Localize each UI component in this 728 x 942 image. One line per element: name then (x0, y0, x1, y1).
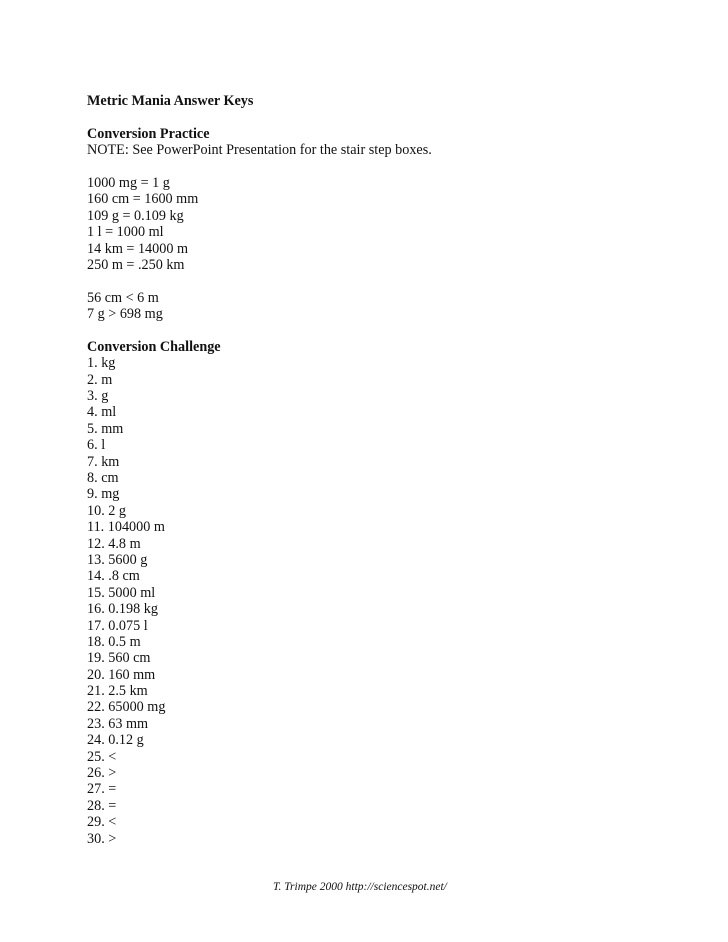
answer-item: 12. 4.8 m (87, 535, 141, 552)
conversion-item: 1 l = 1000 ml (87, 224, 164, 241)
answer-item: 11. 104000 m (87, 519, 165, 536)
answer-item: 23. 63 mm (87, 715, 149, 732)
answer-item: 5. mm (87, 420, 124, 437)
conversion-list: 1000 mg = 1 g 160 cm = 1600 mm 109 g = 0… (87, 175, 432, 273)
answer-item: 24. 0.12 g (87, 732, 144, 749)
answer-item: 16. 0.198 kg (87, 601, 158, 618)
answer-key-document: Metric Mania Answer Keys Conversion Prac… (87, 93, 432, 847)
answer-item: 14. .8 cm (87, 568, 140, 585)
conversion-item: 250 m = .250 km (87, 256, 185, 273)
comparison-list: 56 cm < 6 m 7 g > 698 mg (87, 290, 432, 323)
answer-item: 29. < (87, 814, 117, 831)
answer-item: 19. 560 cm (87, 650, 151, 667)
answer-item: 13. 5600 g (87, 551, 148, 568)
conversion-item: 160 cm = 1600 mm (87, 191, 199, 208)
practice-heading: Conversion Practice (87, 125, 210, 142)
answer-item: 28. = (87, 797, 117, 814)
answer-item: 8. cm (87, 469, 119, 486)
answer-item: 26. > (87, 765, 117, 782)
practice-note: NOTE: See PowerPoint Presentation for th… (87, 142, 432, 159)
answer-item: 18. 0.5 m (87, 633, 141, 650)
answer-item: 25. < (87, 748, 117, 765)
answer-item: 7. km (87, 453, 120, 470)
answer-item: 3. g (87, 388, 109, 405)
answer-item: 4. ml (87, 404, 117, 421)
answer-item: 20. 160 mm (87, 666, 156, 683)
conversion-item: 109 g = 0.109 kg (87, 207, 184, 224)
challenge-answer-list: 1. kg 2. m 3. g 4. ml 5. mm 6. l 7. km 8… (87, 355, 432, 847)
answer-item: 10. 2 g (87, 502, 127, 519)
answer-item: 17. 0.075 l (87, 617, 148, 634)
answer-item: 21. 2.5 km (87, 683, 148, 700)
answer-item: 15. 5000 ml (87, 584, 156, 601)
conversion-item: 14 km = 14000 m (87, 240, 189, 257)
answer-item: 2. m (87, 371, 113, 388)
answer-item: 1. kg (87, 355, 116, 372)
answer-item: 27. = (87, 781, 117, 798)
comparison-item: 56 cm < 6 m (87, 289, 159, 306)
comparison-item: 7 g > 698 mg (87, 306, 163, 323)
answer-item: 22. 65000 mg (87, 699, 166, 716)
answer-item: 6. l (87, 437, 106, 454)
conversion-item: 1000 mg = 1 g (87, 174, 170, 191)
challenge-heading: Conversion Challenge (87, 338, 221, 355)
footer-credit: T. Trimpe 2000 http://sciencespot.net/ (273, 881, 447, 893)
answer-item: 30. > (87, 830, 117, 847)
answer-item: 9. mg (87, 486, 120, 503)
document-title: Metric Mania Answer Keys (87, 93, 254, 109)
